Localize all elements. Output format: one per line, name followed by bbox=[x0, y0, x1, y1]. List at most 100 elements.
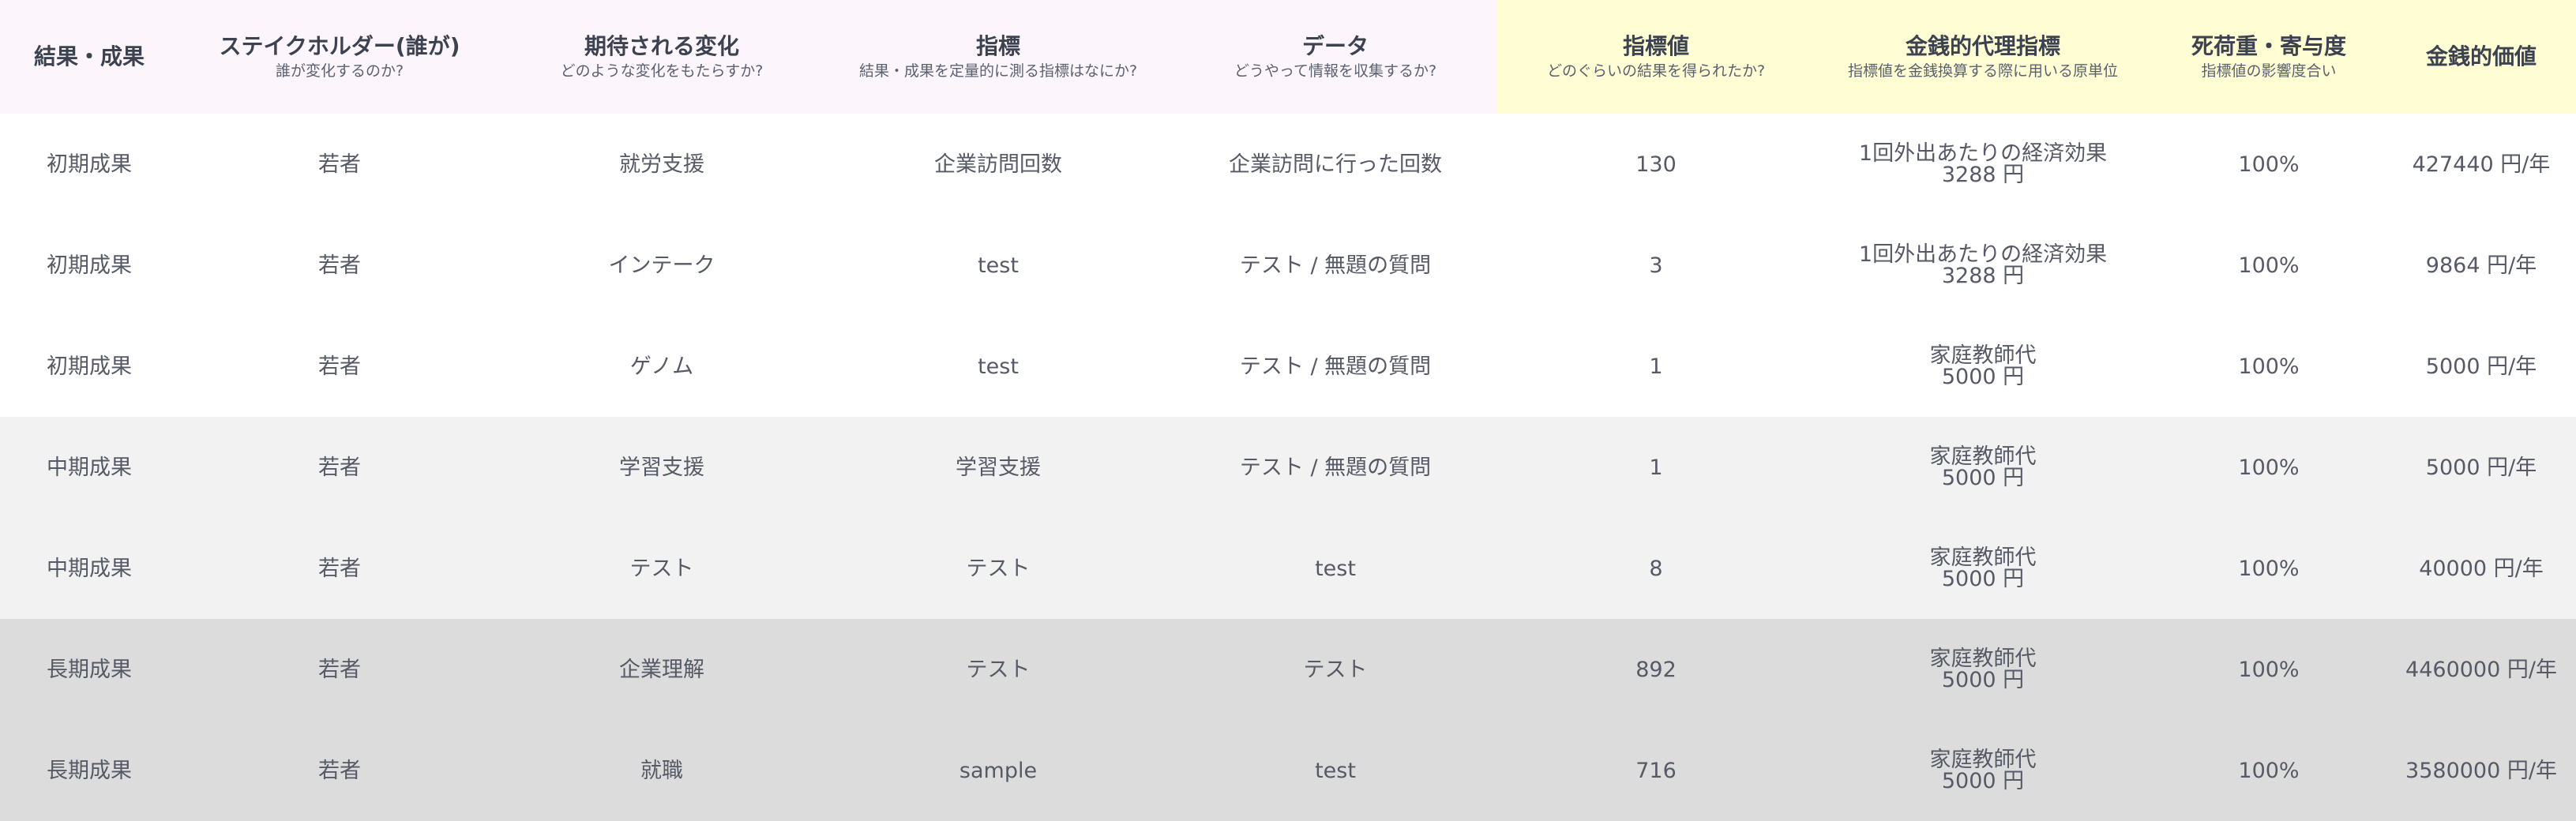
cell-stage: 初期成果 bbox=[47, 253, 132, 278]
cell-change: 就労支援 bbox=[619, 152, 704, 177]
cell-stakeholder: 若者 bbox=[318, 152, 361, 177]
header-title: 死荷重・寄与度 bbox=[2191, 33, 2346, 59]
cell-value: 716 bbox=[1635, 758, 1677, 783]
header-indicator-value: 指標値 どのぐらいの結果を得られたか? bbox=[1497, 0, 1815, 114]
cell-deadweight: 100% bbox=[2238, 152, 2300, 177]
cell-indicator: sample bbox=[959, 758, 1038, 783]
cell-value: 3 bbox=[1649, 253, 1663, 278]
header-subtitle: 指標値の影響度合い bbox=[2201, 62, 2337, 80]
cell-stakeholder: 若者 bbox=[318, 354, 361, 379]
header-title: ステイクホルダー(誰が) bbox=[219, 33, 460, 59]
header-title: 指標 bbox=[975, 33, 1020, 59]
cell-change: 学習支援 bbox=[619, 455, 704, 480]
cell-monetary: 40000 円/年 bbox=[2419, 556, 2544, 581]
cell-stakeholder: 若者 bbox=[318, 253, 361, 278]
header-title: 結果・成果 bbox=[33, 43, 145, 69]
cell-proxy: 家庭教師代 5000 円 bbox=[1815, 518, 2151, 619]
header-indicator: 指標 結果・成果を定量的に測る指標はなにか? bbox=[823, 0, 1173, 114]
cell-stage: 中期成果 bbox=[47, 455, 132, 480]
cell-monetary: 427440 円/年 bbox=[2412, 152, 2551, 177]
header-deadweight: 死荷重・寄与度 指標値の影響度合い bbox=[2151, 0, 2386, 114]
cell-data: テスト / 無題の質問 bbox=[1239, 354, 1432, 379]
cell-change: 就職 bbox=[640, 758, 683, 783]
cell-value: 1 bbox=[1649, 455, 1663, 480]
header-title: データ bbox=[1301, 33, 1369, 59]
header-title: 金銭的代理指標 bbox=[1905, 33, 2060, 59]
header-subtitle: どのぐらいの結果を得られたか? bbox=[1546, 62, 1766, 80]
cell-change: インテーク bbox=[608, 253, 715, 278]
proxy-name: 家庭教師代 bbox=[1929, 545, 2037, 570]
header-subtitle: 結果・成果を定量的に測る指標はなにか? bbox=[858, 62, 1138, 80]
cell-stage: 長期成果 bbox=[47, 657, 132, 682]
cell-stage: 初期成果 bbox=[47, 354, 132, 379]
header-outcome: 結果・成果 bbox=[0, 0, 178, 114]
cell-stakeholder: 若者 bbox=[318, 556, 361, 581]
cell-monetary: 4460000 円/年 bbox=[2405, 657, 2557, 682]
cell-value: 892 bbox=[1635, 657, 1677, 682]
cell-data: test bbox=[1315, 758, 1356, 783]
cell-value: 1 bbox=[1649, 354, 1663, 379]
proxy-amount: 5000 円 bbox=[1941, 466, 2025, 490]
cell-indicator: テスト bbox=[966, 657, 1031, 682]
cell-stage: 中期成果 bbox=[47, 556, 132, 581]
table-header: 結果・成果 ステイクホルダー(誰が) 誰が変化するのか? 期待される変化 どのよ… bbox=[0, 0, 2576, 114]
cell-indicator: テスト bbox=[966, 556, 1031, 581]
cell-value: 130 bbox=[1635, 152, 1677, 177]
cell-data: test bbox=[1315, 556, 1356, 581]
table-row: 初期成果 若者 就労支援 企業訪問回数 企業訪問に行った回数 130 1回外出あ… bbox=[0, 114, 2576, 215]
cell-deadweight: 100% bbox=[2238, 253, 2300, 278]
cell-proxy: 家庭教師代 5000 円 bbox=[1815, 417, 2151, 518]
cell-proxy: 1回外出あたりの経済効果 3288 円 bbox=[1815, 114, 2151, 215]
header-stakeholder: ステイクホルダー(誰が) 誰が変化するのか? bbox=[178, 0, 501, 114]
cell-deadweight: 100% bbox=[2238, 758, 2300, 783]
proxy-amount: 5000 円 bbox=[1941, 668, 2025, 692]
proxy-name: 家庭教師代 bbox=[1929, 343, 2037, 368]
cell-monetary: 3580000 円/年 bbox=[2405, 758, 2557, 783]
header-data: データ どうやって情報を収集するか? bbox=[1173, 0, 1497, 114]
cell-proxy: 家庭教師代 5000 円 bbox=[1815, 619, 2151, 720]
cell-deadweight: 100% bbox=[2238, 354, 2300, 379]
proxy-amount: 5000 円 bbox=[1941, 365, 2025, 389]
cell-indicator: test bbox=[978, 253, 1019, 278]
header-title: 期待される変化 bbox=[584, 33, 739, 59]
header-title: 指標値 bbox=[1622, 33, 1689, 59]
cell-deadweight: 100% bbox=[2238, 556, 2300, 581]
cell-stage: 初期成果 bbox=[47, 152, 132, 177]
proxy-name: 1回外出あたりの経済効果 bbox=[1858, 242, 2108, 267]
proxy-amount: 3288 円 bbox=[1941, 264, 2025, 288]
cell-monetary: 5000 円/年 bbox=[2425, 455, 2537, 480]
proxy-amount: 3288 円 bbox=[1941, 163, 2025, 187]
header-title: 金銭的価値 bbox=[2425, 43, 2537, 69]
table-row: 初期成果 若者 ゲノム test テスト / 無題の質問 1 家庭教師代 500… bbox=[0, 316, 2576, 417]
proxy-name: 家庭教師代 bbox=[1929, 444, 2037, 469]
cell-monetary: 9864 円/年 bbox=[2425, 253, 2537, 278]
cell-data: テスト bbox=[1303, 657, 1368, 682]
header-subtitle: 誰が変化するのか? bbox=[275, 62, 404, 80]
header-monetary-value: 金銭的価値 bbox=[2386, 0, 2576, 114]
cell-change: 企業理解 bbox=[619, 657, 704, 682]
table-row: 初期成果 若者 インテーク test テスト / 無題の質問 3 1回外出あたり… bbox=[0, 215, 2576, 316]
cell-proxy: 家庭教師代 5000 円 bbox=[1815, 720, 2151, 821]
cell-proxy: 1回外出あたりの経済効果 3288 円 bbox=[1815, 215, 2151, 316]
header-subtitle: どうやって情報を収集するか? bbox=[1234, 62, 1437, 80]
cell-value: 8 bbox=[1649, 556, 1663, 581]
proxy-name: 家庭教師代 bbox=[1929, 647, 2037, 671]
proxy-amount: 5000 円 bbox=[1941, 567, 2025, 591]
table-row: 中期成果 若者 テスト テスト test 8 家庭教師代 5000 円 100%… bbox=[0, 518, 2576, 619]
cell-indicator: 学習支援 bbox=[956, 455, 1041, 480]
cell-proxy: 家庭教師代 5000 円 bbox=[1815, 316, 2151, 417]
cell-data: 企業訪問に行った回数 bbox=[1229, 152, 1442, 177]
cell-change: テスト bbox=[629, 556, 694, 581]
header-subtitle: どのような変化をもたらすか? bbox=[560, 62, 764, 80]
header-expected-change: 期待される変化 どのような変化をもたらすか? bbox=[501, 0, 823, 114]
table-row: 長期成果 若者 企業理解 テスト テスト 892 家庭教師代 5000 円 10… bbox=[0, 619, 2576, 720]
cell-deadweight: 100% bbox=[2238, 657, 2300, 682]
cell-indicator: test bbox=[978, 354, 1019, 379]
proxy-name: 家庭教師代 bbox=[1929, 748, 2037, 772]
cell-stakeholder: 若者 bbox=[318, 657, 361, 682]
table-row: 長期成果 若者 就職 sample test 716 家庭教師代 5000 円 … bbox=[0, 720, 2576, 821]
cell-deadweight: 100% bbox=[2238, 455, 2300, 480]
cell-change: ゲノム bbox=[629, 354, 694, 379]
cell-stakeholder: 若者 bbox=[318, 758, 361, 783]
cell-indicator: 企業訪問回数 bbox=[934, 152, 1062, 177]
